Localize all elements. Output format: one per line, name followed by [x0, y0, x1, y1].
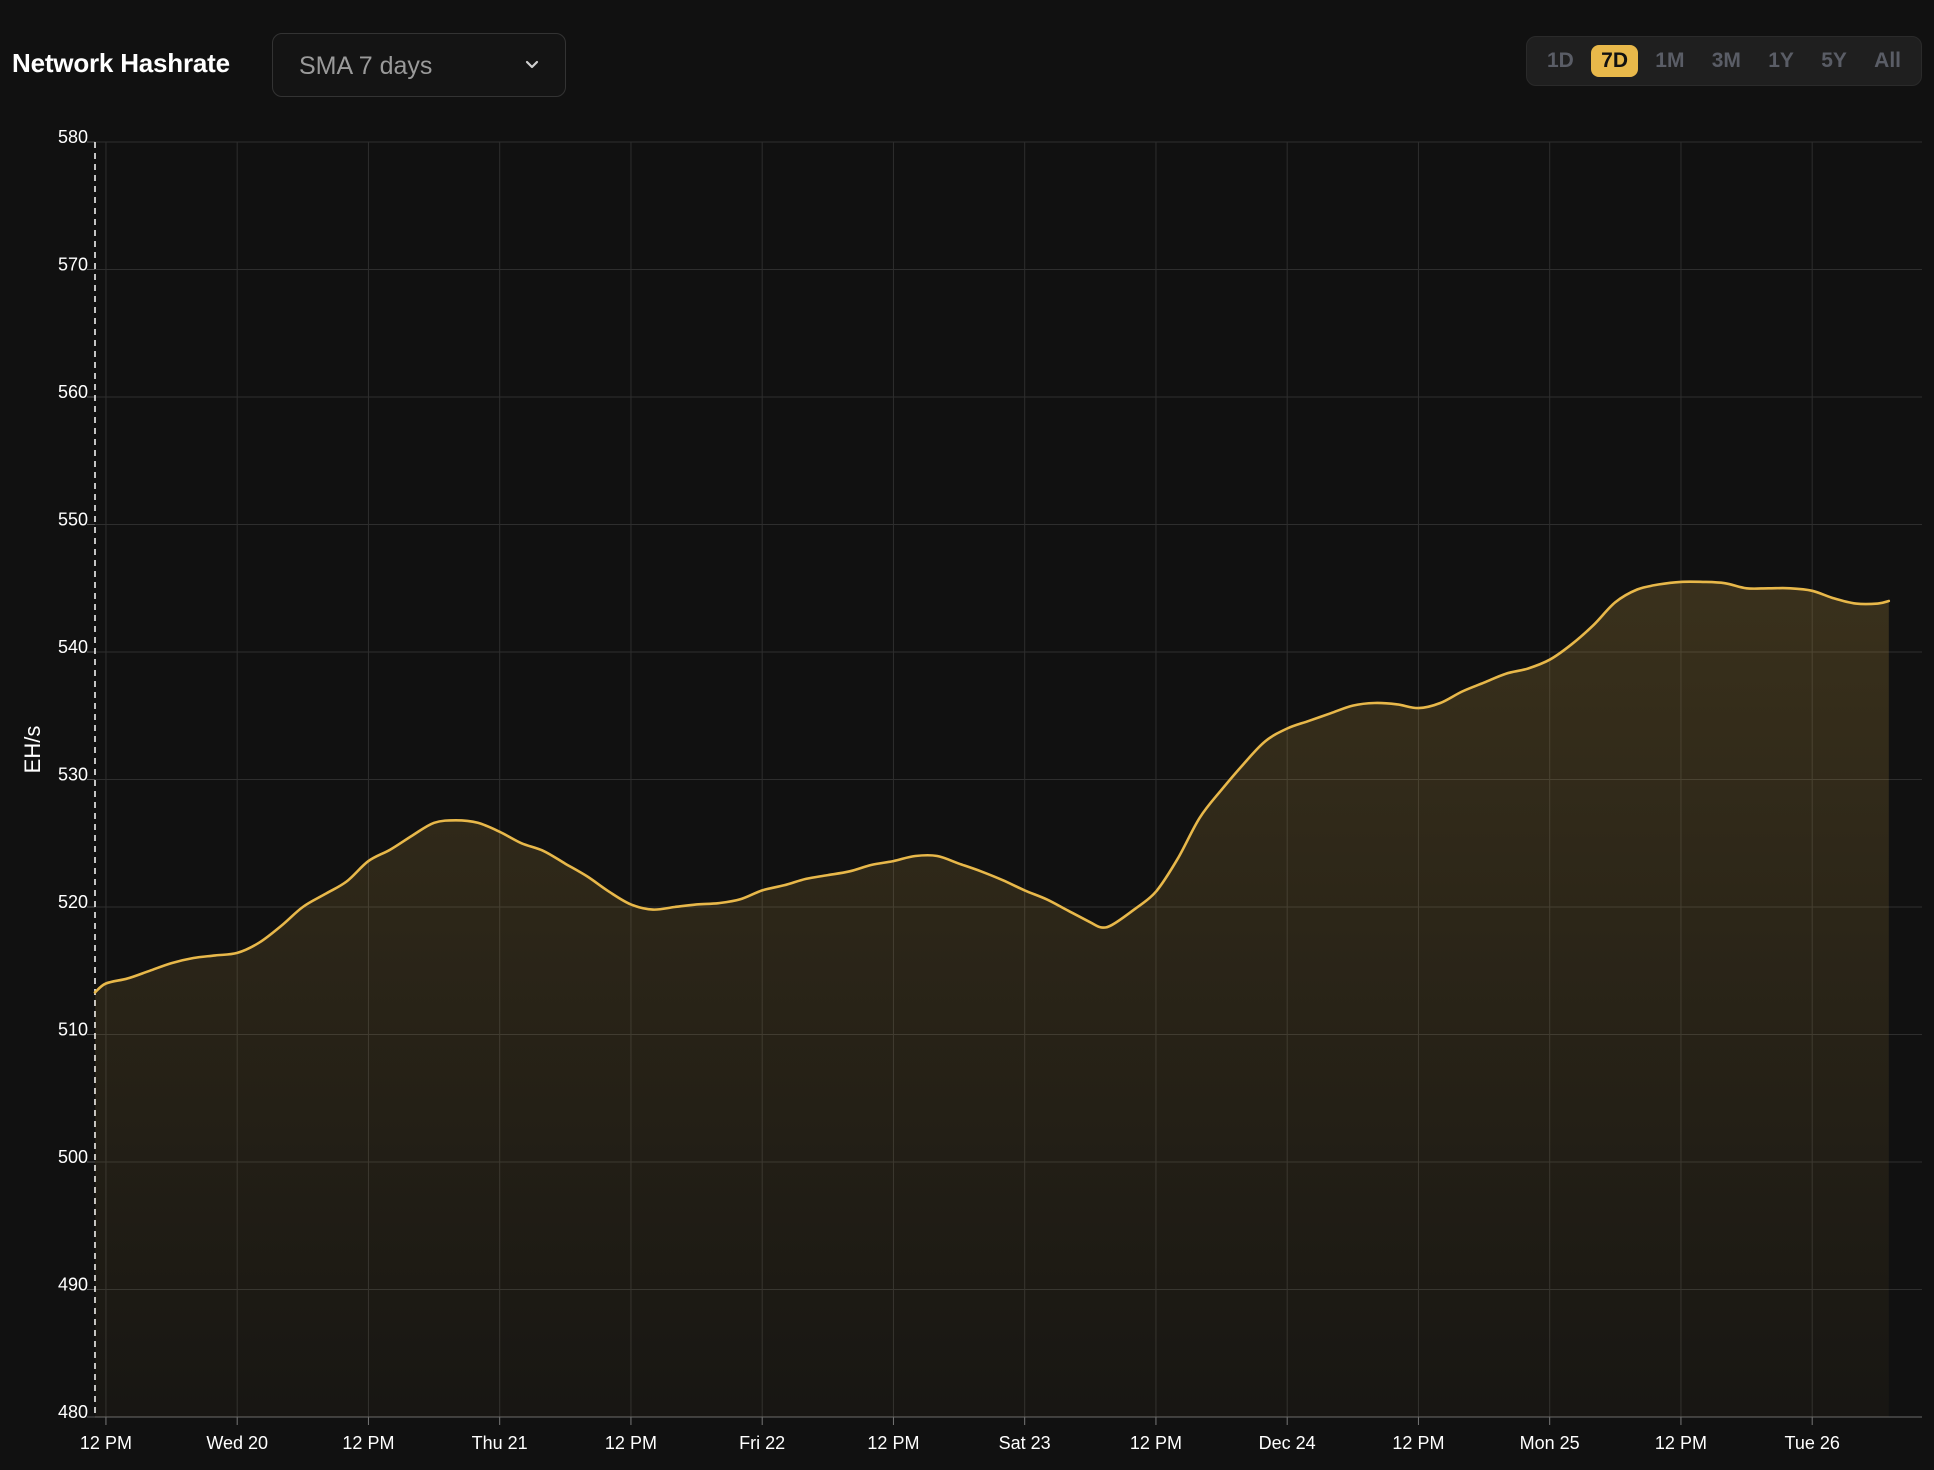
- x-tick-label: 12 PM: [80, 1433, 132, 1453]
- y-tick-label: 550: [58, 510, 88, 530]
- hashrate-chart: 480 490 500 510 520 530 540 550 560 570 580 12 PM We…: [20, 127, 1922, 1453]
- x-tick-label: Dec 24: [1259, 1433, 1316, 1453]
- y-tick-label: 580: [58, 127, 88, 147]
- y-tick-label: 480: [58, 1402, 88, 1422]
- range-button-1y[interactable]: 1Y: [1758, 45, 1804, 77]
- x-tick-label: Sat 23: [999, 1433, 1051, 1453]
- range-button-5y[interactable]: 5Y: [1811, 45, 1857, 77]
- y-tick-label: 530: [58, 765, 88, 785]
- x-tick-label: 12 PM: [342, 1433, 394, 1453]
- x-tick-label: 12 PM: [867, 1433, 919, 1453]
- y-tick-label: 510: [58, 1020, 88, 1040]
- x-tick-label: 12 PM: [1130, 1433, 1182, 1453]
- range-button-1m[interactable]: 1M: [1645, 45, 1694, 77]
- y-tick-label: 520: [58, 892, 88, 912]
- chevron-down-icon: [525, 60, 539, 69]
- x-tick-label: Mon 25: [1520, 1433, 1580, 1453]
- y-tick-label: 490: [58, 1275, 88, 1295]
- y-tick-label: 560: [58, 382, 88, 402]
- y-tick-label: 570: [58, 255, 88, 275]
- range-button-7d[interactable]: 7D: [1591, 45, 1638, 77]
- range-button-1d[interactable]: 1D: [1537, 45, 1584, 77]
- y-tick-label: 540: [58, 637, 88, 657]
- y-axis-title: EH/s: [20, 726, 45, 774]
- range-button-all[interactable]: All: [1864, 45, 1911, 77]
- x-tick-label: 12 PM: [1392, 1433, 1444, 1453]
- x-tick-label: Thu 21: [472, 1433, 528, 1453]
- range-button-3m[interactable]: 3M: [1702, 45, 1751, 77]
- time-range-selector: 1D 7D 1M 3M 1Y 5Y All: [1526, 36, 1922, 86]
- y-tick-label: 500: [58, 1147, 88, 1167]
- hashrate-area: [95, 581, 1889, 1417]
- select-value: SMA 7 days: [299, 52, 433, 80]
- x-tick-label: Wed 20: [206, 1433, 268, 1453]
- page-title: Network Hashrate: [12, 48, 230, 78]
- sma-period-select[interactable]: SMA 7 days: [272, 33, 566, 97]
- x-tick-label: Fri 22: [739, 1433, 785, 1453]
- x-tick-label: Tue 26: [1785, 1433, 1840, 1453]
- x-tick-label: 12 PM: [605, 1433, 657, 1453]
- x-tick-label: 12 PM: [1655, 1433, 1707, 1453]
